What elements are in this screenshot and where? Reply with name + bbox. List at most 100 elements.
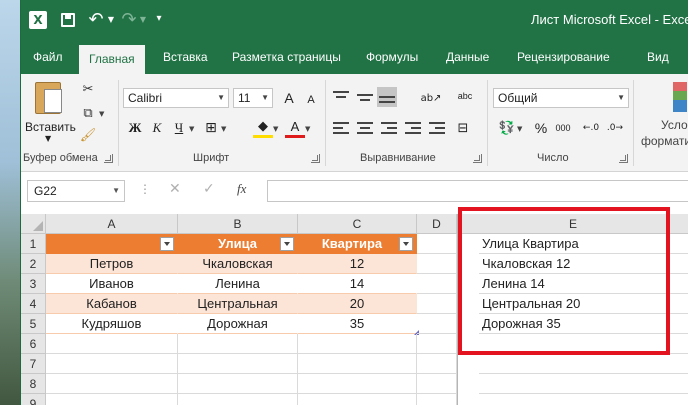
tab-data[interactable]: Данные [446,40,489,74]
align-top-icon[interactable] [333,91,349,105]
format-painter-icon[interactable]: 🖌 [79,126,97,144]
table-cell[interactable]: Кудряшов [46,314,178,334]
fill-color-dropdown-icon[interactable]: ▼ [273,125,278,133]
conditional-formatting-button[interactable]: Усло [661,118,688,132]
row-header[interactable]: 1 [21,234,46,254]
tab-formulas[interactable]: Формулы [366,40,418,74]
empty-cell[interactable] [479,374,688,394]
number-launcher-icon[interactable] [619,154,628,163]
table-header-cell[interactable]: Квартира [298,234,417,254]
table-cell[interactable]: Кабанов [46,294,178,314]
empty-cell[interactable] [417,394,457,405]
align-left-icon[interactable] [333,122,349,136]
copy-dropdown-icon[interactable]: ▼ [99,110,104,118]
empty-cell[interactable] [417,274,457,294]
cancel-entry-button[interactable]: ✕ [169,181,181,197]
save-icon[interactable] [61,13,75,27]
redo-icon[interactable]: ↷ [119,9,139,30]
table-header-cell[interactable]: Улица [178,234,298,254]
formula-input[interactable] [267,180,688,202]
copy-icon[interactable]: ⧉ [79,104,97,122]
table-cell[interactable]: Иванов [46,274,178,294]
table-cell[interactable]: Петров [46,254,178,274]
paste-button[interactable]: Вставить [25,120,76,134]
empty-cell[interactable] [298,354,417,374]
tab-review[interactable]: Рецензирование [517,40,610,74]
number-format-combo[interactable]: Общий ▼ [493,88,629,108]
empty-cell[interactable] [178,334,298,354]
insert-function-button[interactable]: fx [237,181,246,197]
empty-cell[interactable] [46,374,178,394]
empty-cell[interactable] [479,394,688,405]
row-header[interactable]: 4 [21,294,46,314]
row-header[interactable]: 6 [21,334,46,354]
empty-cell[interactable] [46,394,178,405]
empty-cell[interactable] [417,374,457,394]
currency-dropdown-icon[interactable]: ▼ [517,125,522,133]
table-cell[interactable]: Ленина [178,274,298,294]
table-cell[interactable]: Чкаловская [178,254,298,274]
align-middle-icon[interactable] [357,91,373,105]
alignment-launcher-icon[interactable] [473,154,482,163]
percent-format-button[interactable]: % [531,118,551,138]
tab-file[interactable]: Файл [33,40,63,74]
paste-icon[interactable] [35,82,62,114]
empty-cell[interactable] [417,334,457,354]
column-header-b[interactable]: B [178,214,298,234]
table-header-cell[interactable] [46,234,178,254]
table-cell[interactable]: 12 [298,254,417,274]
undo-icon[interactable]: ↶ [85,9,107,30]
confirm-entry-button[interactable]: ✓ [203,181,215,197]
empty-cell[interactable] [417,314,457,334]
empty-cell[interactable] [417,254,457,274]
table-cell[interactable]: 20 [298,294,417,314]
empty-cell[interactable] [178,374,298,394]
column-header-c[interactable]: C [298,214,417,234]
row-header[interactable]: 2 [21,254,46,274]
empty-cell[interactable] [417,234,457,254]
clipboard-launcher-icon[interactable] [104,154,113,163]
conditional-formatting-icon[interactable] [673,82,687,112]
align-center-icon[interactable] [357,122,373,136]
row-header[interactable]: 3 [21,274,46,294]
empty-cell[interactable] [178,354,298,374]
empty-cell[interactable] [479,354,688,374]
fill-color-icon[interactable]: ◆ [253,118,273,138]
empty-cell[interactable] [178,394,298,405]
formula-bar-grip-icon[interactable]: ⋮ [139,182,151,196]
table-cell[interactable]: 14 [298,274,417,294]
font-size-combo[interactable]: 11 ▼ [233,88,273,108]
borders-dropdown-icon[interactable]: ▼ [221,125,226,133]
underline-button[interactable]: Ч [169,118,189,138]
select-all-button[interactable] [21,214,46,234]
name-box[interactable]: G22 ▼ [27,180,125,202]
filter-dropdown-icon[interactable] [160,237,174,251]
underline-dropdown-icon[interactable]: ▼ [189,125,194,133]
empty-cell[interactable] [417,294,457,314]
table-cell[interactable]: 35 [298,314,417,334]
column-header-a[interactable]: A [46,214,178,234]
row-header[interactable]: 9 [21,394,46,405]
tab-home[interactable]: Главная [79,45,145,74]
borders-icon[interactable]: ⊞ [201,118,221,138]
grow-font-button[interactable]: A [279,88,299,108]
empty-cell[interactable] [46,354,178,374]
empty-cell[interactable] [46,334,178,354]
redo-dropdown-icon[interactable]: ▼ [139,12,147,26]
row-header[interactable]: 8 [21,374,46,394]
customize-toolbar-icon[interactable]: ▾ [153,10,165,26]
filter-dropdown-icon[interactable] [280,237,294,251]
empty-cell[interactable] [298,394,417,405]
shrink-font-button[interactable]: A [301,90,321,110]
bold-button[interactable]: Ж [125,118,145,138]
orientation-icon[interactable]: ab↗ [421,88,442,108]
italic-button[interactable]: К [147,118,167,138]
table-cell[interactable]: Центральная [178,294,298,314]
row-header[interactable]: 7 [21,354,46,374]
empty-cell[interactable] [298,374,417,394]
increase-indent-icon[interactable] [429,122,445,136]
column-header-d[interactable]: D [417,214,457,234]
decrease-indent-icon[interactable] [405,122,421,136]
tab-insert[interactable]: Вставка [163,40,208,74]
font-launcher-icon[interactable] [311,154,320,163]
